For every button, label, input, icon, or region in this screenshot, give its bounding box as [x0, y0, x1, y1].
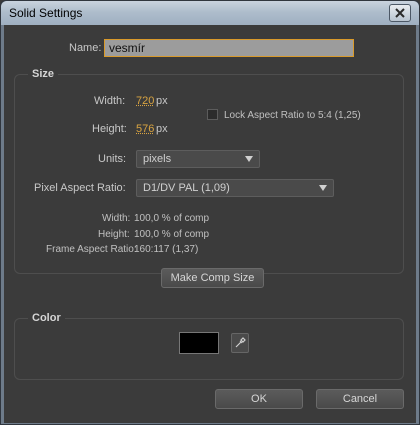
title-bar[interactable]: Solid Settings — [1, 1, 419, 25]
cancel-button[interactable]: Cancel — [316, 389, 404, 409]
height-unit: px — [156, 123, 168, 135]
color-section-title: Color — [28, 312, 65, 324]
info-height-value: 100,0 % of comp — [134, 229, 210, 240]
frame-aspect-label: Frame Aspect Ratio: — [46, 244, 137, 255]
make-comp-size-button[interactable]: Make Comp Size — [161, 268, 264, 288]
width-value[interactable]: 720 — [136, 95, 154, 107]
eyedropper-button[interactable] — [231, 333, 249, 353]
units-dropdown-value: pixels — [143, 153, 172, 165]
dialog-window: Solid Settings Name: vesmír Size Width: … — [0, 0, 420, 425]
pixel-aspect-value: D1/DV PAL (1,09) — [143, 182, 230, 194]
lock-aspect-checkbox[interactable] — [207, 109, 218, 120]
height-label: Height: — [92, 123, 127, 135]
close-button[interactable] — [389, 4, 411, 22]
info-width-value: 100,0 % of comp — [134, 213, 210, 224]
dialog-body: Name: vesmír Size Width: 720 px Lock Asp… — [4, 25, 416, 423]
width-label: Width: — [94, 95, 126, 107]
units-label: Units: — [98, 153, 127, 165]
size-section-title: Size — [28, 68, 59, 80]
chevron-down-icon — [319, 185, 327, 191]
close-icon — [395, 8, 405, 18]
info-height-label: Height: — [98, 229, 130, 240]
info-width-label: Width: — [102, 213, 131, 224]
color-swatch[interactable] — [179, 332, 219, 354]
pixel-aspect-dropdown[interactable]: D1/DV PAL (1,09) — [136, 179, 334, 197]
par-label: Pixel Aspect Ratio: — [34, 182, 126, 194]
name-label: Name: — [69, 42, 102, 54]
chevron-down-icon — [245, 156, 253, 162]
ok-button[interactable]: OK — [215, 389, 303, 409]
lock-aspect-label[interactable]: Lock Aspect Ratio to 5:4 (1,25) — [224, 110, 361, 121]
name-input[interactable]: vesmír — [104, 39, 354, 57]
eyedropper-icon — [235, 337, 246, 348]
window-title: Solid Settings — [9, 6, 83, 20]
units-dropdown[interactable]: pixels — [136, 150, 260, 168]
width-unit: px — [156, 95, 168, 107]
height-value[interactable]: 576 — [136, 123, 154, 135]
frame-aspect-value: 160:117 (1,37) — [134, 244, 199, 255]
